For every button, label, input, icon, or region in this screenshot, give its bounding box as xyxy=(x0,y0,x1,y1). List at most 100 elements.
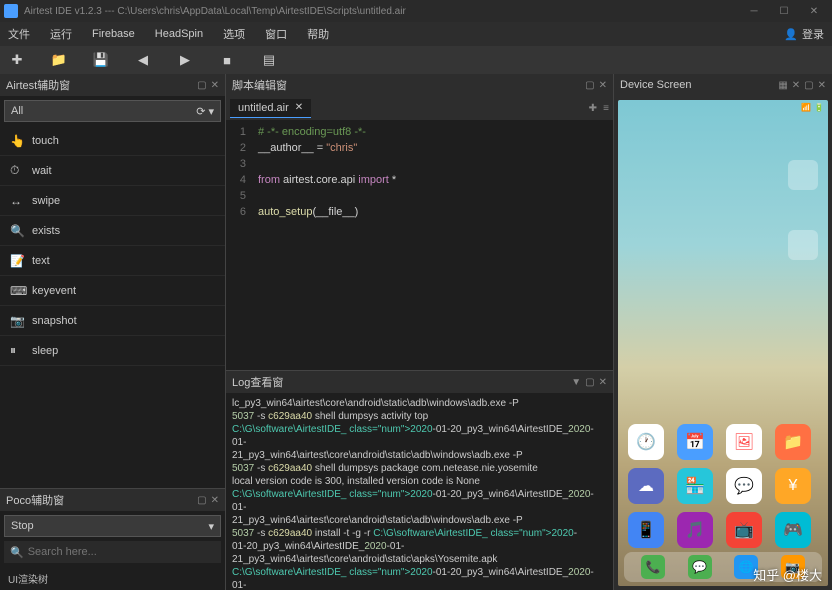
app-icon-calendar[interactable]: 📅 xyxy=(677,424,713,460)
titlebar-text: Airtest IDE v1.2.3 --- C:\Users\chris\Ap… xyxy=(24,6,734,17)
action-text[interactable]: 📝 text xyxy=(0,246,225,276)
menu-run[interactable]: 运行 xyxy=(50,26,72,42)
menu-help[interactable]: 帮助 xyxy=(307,26,329,42)
app-icon-gallery[interactable]: 🖼 xyxy=(726,424,762,460)
action-touch[interactable]: 👆 touch xyxy=(0,126,225,156)
log-panel-title: Log查看窗 xyxy=(232,374,283,390)
action-exists[interactable]: 🔍 exists xyxy=(0,216,225,246)
wait-icon: ⏱ xyxy=(10,163,24,178)
menu-options[interactable]: 选项 xyxy=(223,26,245,42)
app-icon-clock[interactable]: 🕐 xyxy=(628,424,664,460)
menu-file[interactable]: 文件 xyxy=(8,26,30,42)
airtest-panel-header: Airtest辅助窗 ▢ ✕ xyxy=(0,74,225,96)
panel-close-icon[interactable]: ✕ xyxy=(818,80,826,91)
maximize-button[interactable]: ☐ xyxy=(770,2,798,20)
panel-undock-icon[interactable]: ▢ xyxy=(197,80,206,91)
action-keyevent[interactable]: ⌨ keyevent xyxy=(0,276,225,306)
panel-close-icon[interactable]: ✕ xyxy=(599,80,607,91)
log-panel-header: Log查看窗 ▼ ▢ ✕ xyxy=(226,371,613,393)
add-tab-icon[interactable]: ✚ xyxy=(589,103,597,114)
editor-panel-header: 脚本编辑窗 ▢ ✕ xyxy=(226,74,613,96)
airtest-mode-dropdown[interactable]: All ⟳ ▾ xyxy=(4,100,221,122)
airtest-panel-title: Airtest辅助窗 xyxy=(6,77,70,93)
action-label: sleep xyxy=(32,345,58,357)
action-list: 👆 touch ⏱wait↔swipe 🔍 exists 📝 text ⌨ keyevent 📷s… xyxy=(0,126,225,488)
refresh-icon[interactable]: ⟳ xyxy=(196,105,205,118)
device-screen[interactable]: 📶🔋 🕐 📅 🖼 📁 ☁ 🏪 💬 ¥ 📱 🎵 📺 🎮 📞 xyxy=(618,100,828,586)
close-button[interactable]: ✕ xyxy=(800,2,828,20)
device-status-bar: 📶🔋 xyxy=(618,100,828,114)
user-icon: 👤 xyxy=(784,28,798,41)
keyevent-icon: ⌨ xyxy=(10,284,24,298)
app-icon-widget2[interactable] xyxy=(788,230,818,260)
dock-sms[interactable]: 💬 xyxy=(688,555,712,579)
panel-undock-icon[interactable]: ▢ xyxy=(585,377,594,388)
dock-phone[interactable]: 📞 xyxy=(641,555,665,579)
back-button[interactable]: ◀ xyxy=(134,52,152,68)
log-output[interactable]: lc_py3_win64\airtest\core\android\static… xyxy=(226,393,613,590)
open-button[interactable]: 📁 xyxy=(50,52,68,68)
filter-icon[interactable]: ▼ xyxy=(571,377,581,388)
login-button[interactable]: 👤登录 xyxy=(784,26,824,42)
action-label: snapshot xyxy=(32,315,77,327)
poco-search[interactable]: 🔍 xyxy=(4,541,221,563)
action-sleep[interactable]: ⏸sleep xyxy=(0,336,225,366)
editor-panel-title: 脚本编辑窗 xyxy=(232,77,287,93)
chevron-down-icon: ▾ xyxy=(208,520,214,533)
action-label: swipe xyxy=(32,195,60,207)
action-snapshot[interactable]: 📷snapshot xyxy=(0,306,225,336)
app-icon-folder[interactable]: 📁 xyxy=(775,424,811,460)
poco-panel-title: Poco辅助窗 xyxy=(6,492,64,508)
touch-icon: 👆 xyxy=(10,134,24,148)
menu-window[interactable]: 窗口 xyxy=(265,26,287,42)
chevron-down-icon: ▾ xyxy=(208,105,214,118)
poco-search-input[interactable] xyxy=(28,546,215,558)
toolbar: ✚ 📁 💾 ◀ ▶ ■ ▤ xyxy=(0,46,832,74)
device-tool1-icon[interactable]: ▦ xyxy=(778,80,787,91)
app-icon-app1[interactable]: 📱 xyxy=(628,512,664,548)
menu-firebase[interactable]: Firebase xyxy=(92,28,135,40)
tab-close-icon[interactable]: ✕ xyxy=(295,102,303,113)
watermark: 知乎 @楼大 xyxy=(753,565,822,584)
minimize-button[interactable]: ─ xyxy=(740,2,768,20)
new-button[interactable]: ✚ xyxy=(8,52,26,68)
app-icon-weather[interactable]: ☁ xyxy=(628,468,664,504)
tab-menu-icon[interactable]: ≡ xyxy=(603,103,609,114)
app-icon-app3[interactable]: 📺 xyxy=(726,512,762,548)
tab-untitled[interactable]: untitled.air ✕ xyxy=(230,99,311,118)
code-editor[interactable]: 123456 # -*- encoding=utf8 -*- __author_… xyxy=(226,120,613,370)
menu-headspin[interactable]: HeadSpin xyxy=(155,28,203,40)
panel-close-icon[interactable]: ✕ xyxy=(211,80,219,91)
tab-label: untitled.air xyxy=(238,102,289,114)
poco-tree-root[interactable]: UI渲染树 xyxy=(0,567,225,590)
stop-button[interactable]: ■ xyxy=(218,53,236,68)
app-icon-app2[interactable]: 🎵 xyxy=(677,512,713,548)
app-icon-widget1[interactable] xyxy=(788,160,818,190)
panel-undock-icon[interactable]: ▢ xyxy=(197,495,206,506)
action-wait[interactable]: ⏱wait xyxy=(0,156,225,186)
report-button[interactable]: ▤ xyxy=(260,52,278,68)
panel-close-icon[interactable]: ✕ xyxy=(211,495,219,506)
app-icon-wechat[interactable]: 💬 xyxy=(726,468,762,504)
editor-tabs: untitled.air ✕ ✚ ≡ xyxy=(226,96,613,120)
titlebar: Airtest IDE v1.2.3 --- C:\Users\chris\Ap… xyxy=(0,0,832,22)
panel-undock-icon[interactable]: ▢ xyxy=(804,80,813,91)
panel-close-icon[interactable]: ✕ xyxy=(599,377,607,388)
action-swipe[interactable]: ↔swipe xyxy=(0,186,225,216)
exists-icon: 🔍 xyxy=(10,224,24,238)
poco-panel-header: Poco辅助窗 ▢ ✕ xyxy=(0,489,225,511)
app-icon-app4[interactable]: 🎮 xyxy=(775,512,811,548)
text-icon: 📝 xyxy=(10,254,24,268)
device-panel-title: Device Screen xyxy=(620,79,692,91)
play-button[interactable]: ▶ xyxy=(176,52,194,68)
save-button[interactable]: 💾 xyxy=(92,52,110,68)
device-tool2-icon[interactable]: ✕ xyxy=(792,80,800,91)
action-label: exists xyxy=(32,225,60,237)
action-label: keyevent xyxy=(32,285,76,297)
app-icon-pay[interactable]: ¥ xyxy=(775,468,811,504)
action-label: text xyxy=(32,255,50,267)
action-label: touch xyxy=(32,135,59,147)
app-icon-store[interactable]: 🏪 xyxy=(677,468,713,504)
poco-mode-dropdown[interactable]: Stop ▾ xyxy=(4,515,221,537)
panel-undock-icon[interactable]: ▢ xyxy=(585,80,594,91)
